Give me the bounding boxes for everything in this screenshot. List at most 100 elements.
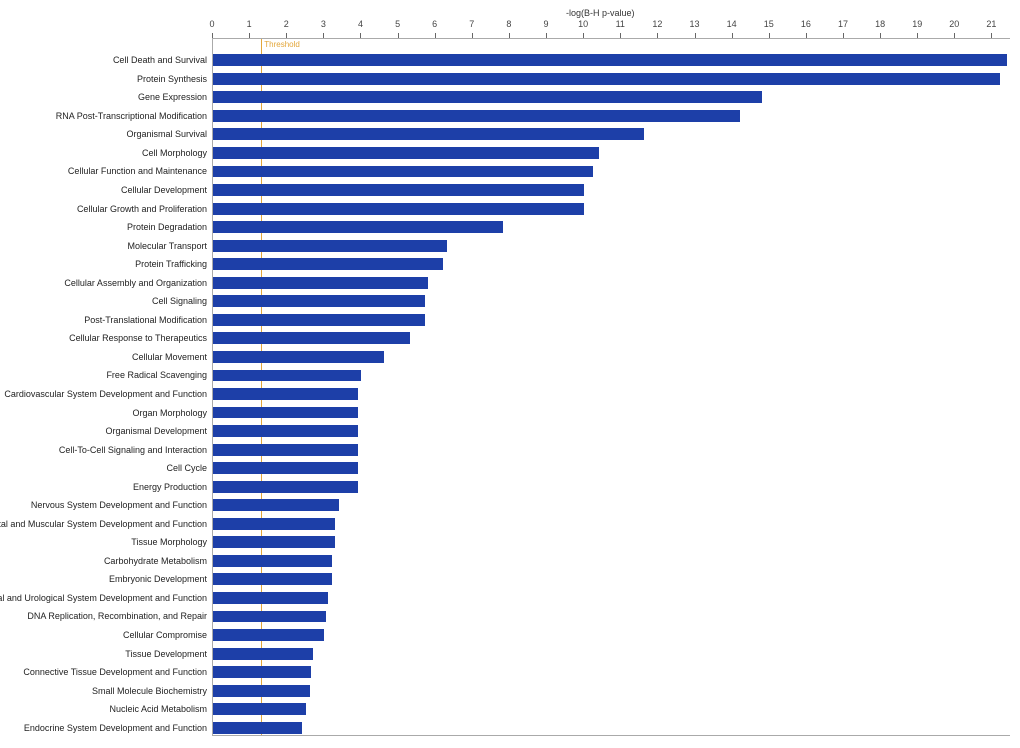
bar-row: RNA Post-Transcriptional Modification bbox=[213, 109, 1010, 123]
bar-row: Cellular Growth and Proliferation bbox=[213, 202, 1010, 216]
bar-label: Skeletal and Muscular System Development… bbox=[0, 519, 207, 529]
bar-row: Organismal Survival bbox=[213, 127, 1010, 141]
bar-row: Protein Synthesis bbox=[213, 72, 1010, 86]
bar bbox=[213, 703, 306, 715]
x-tick-label: 4 bbox=[358, 19, 363, 29]
bar-label: Protein Synthesis bbox=[137, 74, 207, 84]
x-tick-label: 7 bbox=[469, 19, 474, 29]
bar-label: RNA Post-Transcriptional Modification bbox=[56, 111, 207, 121]
bar-label: Tissue Development bbox=[125, 649, 207, 659]
bar bbox=[213, 295, 425, 307]
bar-label: Post-Translational Modification bbox=[84, 315, 207, 325]
bar-row: Skeletal and Muscular System Development… bbox=[213, 517, 1010, 531]
bar bbox=[213, 462, 358, 474]
bar bbox=[213, 351, 384, 363]
bar-row: Embryonic Development bbox=[213, 572, 1010, 586]
x-tick-label: 16 bbox=[801, 19, 811, 29]
bar-row: Cell Death and Survival bbox=[213, 53, 1010, 67]
x-tick-label: 0 bbox=[209, 19, 214, 29]
bar-label: Cellular Response to Therapeutics bbox=[69, 333, 207, 343]
x-tick-label: 12 bbox=[652, 19, 662, 29]
bar-row: Gene Expression bbox=[213, 90, 1010, 104]
bar-row: Cell-To-Cell Signaling and Interaction bbox=[213, 443, 1010, 457]
bar bbox=[213, 407, 358, 419]
bar bbox=[213, 258, 443, 270]
bar bbox=[213, 444, 358, 456]
bar bbox=[213, 592, 328, 604]
bar-label: Embryonic Development bbox=[109, 574, 207, 584]
bar-label: Nucleic Acid Metabolism bbox=[109, 704, 207, 714]
bar-row: Organ Morphology bbox=[213, 406, 1010, 420]
bar-label: Free Radical Scavenging bbox=[106, 370, 207, 380]
bar bbox=[213, 166, 593, 178]
bar-label: Cell Morphology bbox=[142, 148, 207, 158]
bar bbox=[213, 203, 584, 215]
x-tick-label: 1 bbox=[247, 19, 252, 29]
bar-label: DNA Replication, Recombination, and Repa… bbox=[27, 611, 207, 621]
bar-row: Molecular Transport bbox=[213, 239, 1010, 253]
bar-row: Connective Tissue Development and Functi… bbox=[213, 665, 1010, 679]
plot-area: Threshold Cell Death and Survival Protein… bbox=[212, 38, 1010, 736]
bar bbox=[213, 221, 503, 233]
x-tick-label: 6 bbox=[432, 19, 437, 29]
x-tick-label: 17 bbox=[838, 19, 848, 29]
bar-label: Cell-To-Cell Signaling and Interaction bbox=[59, 445, 207, 455]
bar-row: DNA Replication, Recombination, and Repa… bbox=[213, 610, 1010, 624]
bar-row: Cell Cycle bbox=[213, 461, 1010, 475]
bar bbox=[213, 240, 447, 252]
bar bbox=[213, 499, 339, 511]
bar-row: Nucleic Acid Metabolism bbox=[213, 702, 1010, 716]
x-tick-label: 5 bbox=[395, 19, 400, 29]
bar-row: Post-Translational Modification bbox=[213, 313, 1010, 327]
bar bbox=[213, 277, 428, 289]
bar bbox=[213, 722, 302, 734]
bar-row: Tissue Morphology bbox=[213, 535, 1010, 549]
x-tick-label: 19 bbox=[912, 19, 922, 29]
bar-row: Cardiovascular System Development and Fu… bbox=[213, 387, 1010, 401]
x-tick-label: 3 bbox=[321, 19, 326, 29]
bar-label: Cell Cycle bbox=[166, 463, 207, 473]
bar-label: Tissue Morphology bbox=[131, 537, 207, 547]
bar-row: Cellular Compromise bbox=[213, 628, 1010, 642]
bar bbox=[213, 54, 1007, 66]
bar-label: Cellular Development bbox=[121, 185, 207, 195]
bar-label: Endocrine System Development and Functio… bbox=[24, 723, 207, 733]
bar-row: Carbohydrate Metabolism bbox=[213, 554, 1010, 568]
bar bbox=[213, 73, 1000, 85]
x-tick-label: 2 bbox=[284, 19, 289, 29]
bar-label: Cellular Movement bbox=[132, 352, 207, 362]
x-tick-label: 21 bbox=[986, 19, 996, 29]
bar-label: Protein Degradation bbox=[127, 222, 207, 232]
bar-label: Cardiovascular System Development and Fu… bbox=[4, 389, 207, 399]
bar bbox=[213, 666, 311, 678]
x-tick-label: 13 bbox=[689, 19, 699, 29]
bar-row: Cellular Movement bbox=[213, 350, 1010, 364]
bar-label: Small Molecule Biochemistry bbox=[92, 686, 207, 696]
bar bbox=[213, 128, 644, 140]
x-tick-label: 18 bbox=[875, 19, 885, 29]
threshold-label: Threshold bbox=[264, 40, 300, 49]
bar bbox=[213, 388, 358, 400]
bar bbox=[213, 110, 740, 122]
bar-row: Cell Signaling bbox=[213, 294, 1010, 308]
bar-label: Protein Trafficking bbox=[135, 259, 207, 269]
bar-row: Free Radical Scavenging bbox=[213, 369, 1010, 383]
bar-label: Cell Signaling bbox=[152, 296, 207, 306]
bar-label: Cell Death and Survival bbox=[113, 55, 207, 65]
bar bbox=[213, 370, 361, 382]
bar-label: Renal and Urological System Development … bbox=[0, 593, 207, 603]
bar-row: Cell Morphology bbox=[213, 146, 1010, 160]
x-tick-label: 8 bbox=[506, 19, 511, 29]
bar bbox=[213, 332, 410, 344]
bar-label: Organismal Development bbox=[105, 426, 207, 436]
bar bbox=[213, 555, 332, 567]
bar bbox=[213, 685, 310, 697]
bar bbox=[213, 425, 358, 437]
bar-label: Cellular Assembly and Organization bbox=[64, 278, 207, 288]
bar-row: Tissue Development bbox=[213, 647, 1010, 661]
bar-label: Energy Production bbox=[133, 482, 207, 492]
bar-row: Cellular Assembly and Organization bbox=[213, 276, 1010, 290]
x-tick-label: 14 bbox=[727, 19, 737, 29]
x-tick-label: 11 bbox=[616, 19, 625, 29]
bar-row: Cellular Function and Maintenance bbox=[213, 165, 1010, 179]
